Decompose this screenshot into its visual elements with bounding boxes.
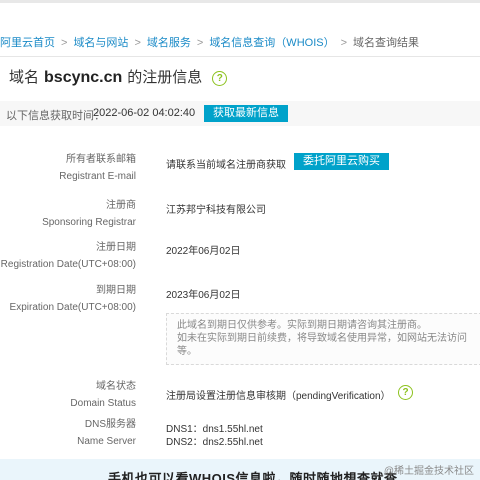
domain-status-label: 域名状态 Domain Status [70,380,136,411]
title-prefix: 域名 [9,69,40,86]
dns2-value: DNS2：dns2.55hl.net [166,437,263,448]
top-border [0,0,480,3]
label-cn: 到期日期 [96,285,136,296]
expiration-note: 此域名到期日仅供参考。实际到期日期请咨询其注册商。 如未在实际到期日前续费，将导… [166,313,480,365]
label-cn: 注册日期 [96,242,136,253]
breadcrumb-domain-service[interactable]: 域名服务 [147,37,191,49]
breadcrumb-domain-website[interactable]: 域名与网站 [73,37,128,49]
expiration-date-label: 到期日期 Expiration Date(UTC+08:00) [10,284,136,315]
delegate-purchase-button[interactable]: 委托阿里云购买 [294,153,389,170]
note-line: 此域名到期日仅供参考。实际到期日期请咨询其注册商。 [177,320,427,331]
registration-date-value: 2022年06月02日 [166,246,241,257]
label-cn: 域名状态 [96,381,136,392]
refresh-info-button[interactable]: 获取最新信息 [204,105,288,122]
page-title: 域名 bscync.cn 的注册信息? [9,66,228,87]
name-server-label: DNS服务器 Name Server [77,418,136,449]
label-en: Name Server [77,436,136,447]
label-cn: 注册商 [106,200,136,211]
note-line: 如未在实际到期日前续费，将导致域名使用异常，如网站无法访问等。 [177,333,467,357]
status-help-icon[interactable]: ? [398,385,413,400]
header-divider [0,56,480,57]
breadcrumb-separator: > [340,37,348,49]
breadcrumb-separator: > [196,37,204,49]
breadcrumb-separator: > [61,37,68,49]
label-cn: 所有者联系邮箱 [66,154,136,165]
banner-text: 手机也可以看WHOIS信息啦，随时随地想查就查 [108,471,398,480]
watermark: @稀土掘金技术社区 [383,466,474,477]
domain-status-value: 注册局设置注册信息审核期（pendingVerification） [166,391,391,402]
registrar-label: 注册商 Sponsoring Registrar [42,199,136,230]
breadcrumb-separator: > [134,37,141,49]
breadcrumb-whois[interactable]: 域名信息查询（WHOIS） [209,37,334,49]
label-cn: DNS服务器 [84,419,136,430]
label-en: Domain Status [70,398,136,409]
label-en: Registrant E-mail [59,171,136,182]
breadcrumb-aliyun-home[interactable]: 阿里云首页 [0,37,55,49]
label-en: Expiration Date(UTC+08:00) [9,302,136,313]
title-suffix: 的注册信息 [127,69,203,86]
registrant-email-value: 请联系当前域名注册商获取 [166,160,286,171]
label-en: Sponsoring Registrar [42,217,136,228]
domain-name: bscync.cn [44,69,123,86]
label-en: Registration Date(UTC+08:00) [0,259,136,270]
fetch-time-label: 以下信息获取时间： [6,110,105,122]
breadcrumb: 阿里云首页 > 域名与网站 > 域名服务 > 域名信息查询（WHOIS） > 域名查询结果 [0,34,419,50]
question-circle-icon[interactable]: ? [212,71,228,86]
registrar-value: 江苏邦宁科技有限公司 [166,205,266,216]
breadcrumb-current: 域名查询结果 [353,37,420,49]
registration-date-label: 注册日期 Registration Date(UTC+08:00) [1,241,136,272]
expiration-date-value: 2023年06月02日 [166,290,241,301]
fetch-time-value: 2022-06-02 04:02:40 [93,107,196,119]
registrant-email-label: 所有者联系邮箱 Registrant E-mail [59,153,136,184]
